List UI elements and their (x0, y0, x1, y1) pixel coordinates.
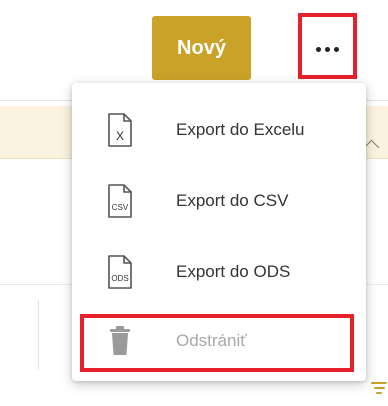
more-actions-button[interactable] (298, 13, 357, 79)
trash-icon (110, 326, 130, 355)
table-column-divider (38, 300, 39, 370)
csv-file-icon: CSV (108, 184, 132, 218)
new-button[interactable]: Nový (152, 16, 251, 80)
ods-file-icon: ODS (108, 255, 132, 289)
excel-icon-text: X (116, 129, 124, 143)
csv-icon-text: CSV (112, 203, 129, 212)
actions-menu: X Export do Excelu CSV Export do CSV ODS… (72, 83, 366, 381)
menu-item-label: Export do Excelu (176, 120, 305, 139)
menu-item-export-excel[interactable]: X Export do Excelu (72, 100, 366, 160)
menu-item-export-ods[interactable]: ODS Export do ODS (72, 242, 366, 302)
menu-item-label: Odstrániť (176, 331, 247, 350)
menu-item-label: Export do CSV (176, 191, 289, 210)
screen: Nový X Export do Excelu CSV Export do CS… (0, 0, 388, 406)
more-horizontal-icon (316, 46, 339, 52)
excel-file-icon: X (108, 113, 132, 147)
menu-item-label: Export do ODS (176, 262, 291, 281)
ods-icon-text: ODS (111, 274, 128, 283)
filter-icon[interactable] (370, 382, 388, 398)
new-button-label: Nový (177, 36, 226, 59)
menu-item-export-csv[interactable]: CSV Export do CSV (72, 171, 366, 231)
menu-item-delete[interactable]: Odstrániť (72, 311, 366, 371)
